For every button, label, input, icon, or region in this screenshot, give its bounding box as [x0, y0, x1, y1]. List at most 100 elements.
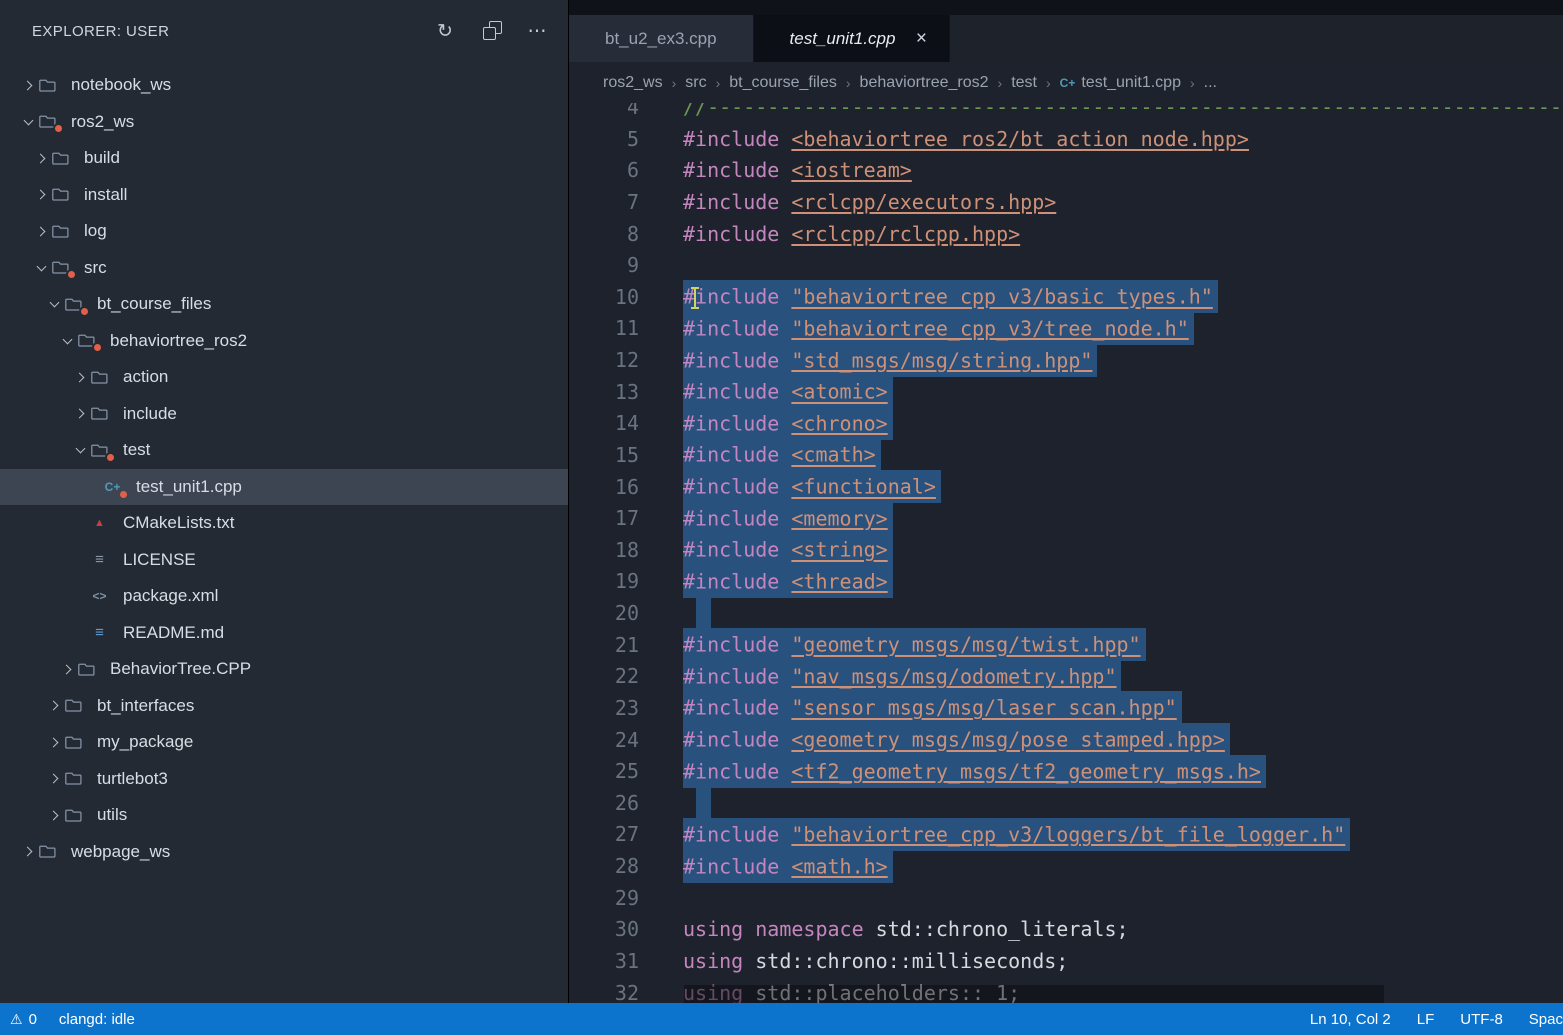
code-line[interactable]: 26 [569, 788, 1563, 820]
line-number[interactable]: 11 [569, 313, 639, 345]
line-number[interactable]: 25 [569, 756, 639, 788]
breadcrumb-item-test_unit1.cpp[interactable]: C+test_unit1.cpp [1060, 74, 1181, 92]
tree-folder-action[interactable]: action [0, 359, 568, 396]
line-number[interactable]: 21 [569, 630, 639, 662]
tree-file-test_unit1.cpp[interactable]: C+test_unit1.cpp [0, 469, 568, 506]
code-line[interactable]: 22#include "nav_msgs/msg/odometry.hpp" [569, 661, 1563, 693]
tree-folder-bt_interfaces[interactable]: bt_interfaces [0, 688, 568, 725]
line-number[interactable]: 26 [569, 788, 639, 820]
tree-folder-install[interactable]: install [0, 177, 568, 214]
tree-file-LICENSE[interactable]: ≡LICENSE [0, 542, 568, 579]
tree-folder-BehaviorTree.CPP[interactable]: BehaviorTree.CPP [0, 651, 568, 688]
line-number[interactable]: 10 [569, 282, 639, 314]
code-line[interactable]: 31using std::chrono::milliseconds; [569, 946, 1563, 978]
tree-folder-turtlebot3[interactable]: turtlebot3 [0, 761, 568, 798]
tree-folder-webpage_ws[interactable]: webpage_ws [0, 834, 568, 871]
line-number[interactable]: 6 [569, 155, 639, 187]
code-line[interactable]: 9 [569, 250, 1563, 282]
breadcrumb-item-test[interactable]: test [1011, 74, 1037, 92]
line-number[interactable]: 31 [569, 946, 639, 978]
tree-folder-utils[interactable]: utils [0, 797, 568, 834]
tree-folder-build[interactable]: build [0, 140, 568, 177]
line-number[interactable]: 4 [569, 103, 639, 124]
collapse-folders-icon[interactable] [480, 20, 502, 42]
code-line[interactable]: 24#include <geometry_msgs/msg/pose_stamp… [569, 725, 1563, 757]
horizontal-scrollbar[interactable] [684, 985, 1384, 1003]
tree-file-package.xml[interactable]: <>package.xml [0, 578, 568, 615]
tree-folder-notebook_ws[interactable]: notebook_ws [0, 67, 568, 104]
code-line[interactable]: 20 [569, 598, 1563, 630]
line-number[interactable]: 13 [569, 377, 639, 409]
line-number[interactable]: 7 [569, 187, 639, 219]
tree-folder-behaviortree_ros2[interactable]: behaviortree_ros2 [0, 323, 568, 360]
line-number[interactable]: 8 [569, 219, 639, 251]
code-line[interactable]: 27#include "behaviortree_cpp_v3/loggers/… [569, 819, 1563, 851]
tree-folder-my_package[interactable]: my_package [0, 724, 568, 761]
code-line[interactable]: 13#include <atomic> [569, 377, 1563, 409]
line-number[interactable]: 29 [569, 883, 639, 915]
code-line[interactable]: 15#include <cmath> [569, 440, 1563, 472]
code-line[interactable]: 6#include <iostream> [569, 155, 1563, 187]
line-number[interactable]: 32 [569, 978, 639, 1004]
tree-folder-bt_course_files[interactable]: bt_course_files [0, 286, 568, 323]
code-line[interactable]: 12#include "std_msgs/msg/string.hpp" [569, 345, 1563, 377]
refresh-icon[interactable]: ↻ [434, 20, 456, 42]
line-number[interactable]: 12 [569, 345, 639, 377]
tree-folder-test[interactable]: test [0, 432, 568, 469]
code-line[interactable]: 28#include <math.h> [569, 851, 1563, 883]
line-number[interactable]: 24 [569, 725, 639, 757]
code-line[interactable]: 10#include "behaviortree_cpp_v3/basic_ty… [569, 282, 1563, 314]
line-number[interactable]: 20 [569, 598, 639, 630]
breadcrumb-item-bt_course_files[interactable]: bt_course_files [729, 74, 837, 92]
encoding-indicator[interactable]: UTF-8 [1460, 1011, 1503, 1028]
code-line[interactable]: 5#include <behaviortree_ros2/bt_action_n… [569, 124, 1563, 156]
tree-file-README.md[interactable]: ≡README.md [0, 615, 568, 652]
line-number[interactable]: 15 [569, 440, 639, 472]
line-number[interactable]: 14 [569, 408, 639, 440]
line-number[interactable]: 30 [569, 914, 639, 946]
code-line[interactable]: 30using namespace std::chrono_literals; [569, 914, 1563, 946]
line-number[interactable]: 17 [569, 503, 639, 535]
code-line[interactable]: 7#include <rclcpp/executors.hpp> [569, 187, 1563, 219]
code-line[interactable]: 4//-------------------------------------… [569, 103, 1563, 124]
code-line[interactable]: 19#include <thread> [569, 566, 1563, 598]
code-line[interactable]: 11#include "behaviortree_cpp_v3/tree_nod… [569, 313, 1563, 345]
tab-bt_u2_ex3.cpp[interactable]: bt_u2_ex3.cpp [569, 15, 754, 62]
code-line[interactable]: 21#include "geometry_msgs/msg/twist.hpp" [569, 630, 1563, 662]
code-line[interactable]: 16#include <functional> [569, 472, 1563, 504]
line-number[interactable]: 9 [569, 250, 639, 282]
code-line[interactable]: 18#include <string> [569, 535, 1563, 567]
tab-test_unit1.cpp[interactable]: test_unit1.cpp× [754, 15, 951, 62]
tree-folder-log[interactable]: log [0, 213, 568, 250]
line-number[interactable]: 19 [569, 566, 639, 598]
line-number[interactable]: 28 [569, 851, 639, 883]
tree-file-CMakeLists.txt[interactable]: ▲CMakeLists.txt [0, 505, 568, 542]
breadcrumb-item-ros2_ws[interactable]: ros2_ws [603, 74, 663, 92]
line-number[interactable]: 22 [569, 661, 639, 693]
more-actions-icon[interactable]: ⋯ [526, 20, 548, 42]
code-line[interactable]: 8#include <rclcpp/rclcpp.hpp> [569, 219, 1563, 251]
cursor-position[interactable]: Ln 10, Col 2 [1310, 1011, 1391, 1028]
code-editor[interactable]: 4//-------------------------------------… [569, 103, 1563, 1003]
code-line[interactable]: 29 [569, 883, 1563, 915]
line-number[interactable]: 5 [569, 124, 639, 156]
indentation-indicator[interactable]: Spac [1529, 1011, 1563, 1028]
tree-folder-src[interactable]: src [0, 250, 568, 287]
clangd-status[interactable]: clangd: idle [59, 1011, 135, 1028]
breadcrumb-item-behaviortree_ros2[interactable]: behaviortree_ros2 [860, 74, 989, 92]
code-line[interactable]: 17#include <memory> [569, 503, 1563, 535]
tree-folder-ros2_ws[interactable]: ros2_ws [0, 104, 568, 141]
line-number[interactable]: 18 [569, 535, 639, 567]
code-line[interactable]: 25#include <tf2_geometry_msgs/tf2_geomet… [569, 756, 1563, 788]
code-line[interactable]: 14#include <chrono> [569, 408, 1563, 440]
breadcrumb-item-src[interactable]: src [685, 74, 706, 92]
code-line[interactable]: 23#include "sensor_msgs/msg/laser_scan.h… [569, 693, 1563, 725]
line-number[interactable]: 16 [569, 472, 639, 504]
close-icon[interactable]: × [911, 28, 931, 50]
eol-indicator[interactable]: LF [1417, 1011, 1435, 1028]
line-number[interactable]: 27 [569, 819, 639, 851]
problems-indicator[interactable]: ⚠ 0 [10, 1011, 37, 1028]
tree-folder-include[interactable]: include [0, 396, 568, 433]
line-number[interactable]: 23 [569, 693, 639, 725]
breadcrumb-item-...[interactable]: ... [1204, 74, 1217, 92]
